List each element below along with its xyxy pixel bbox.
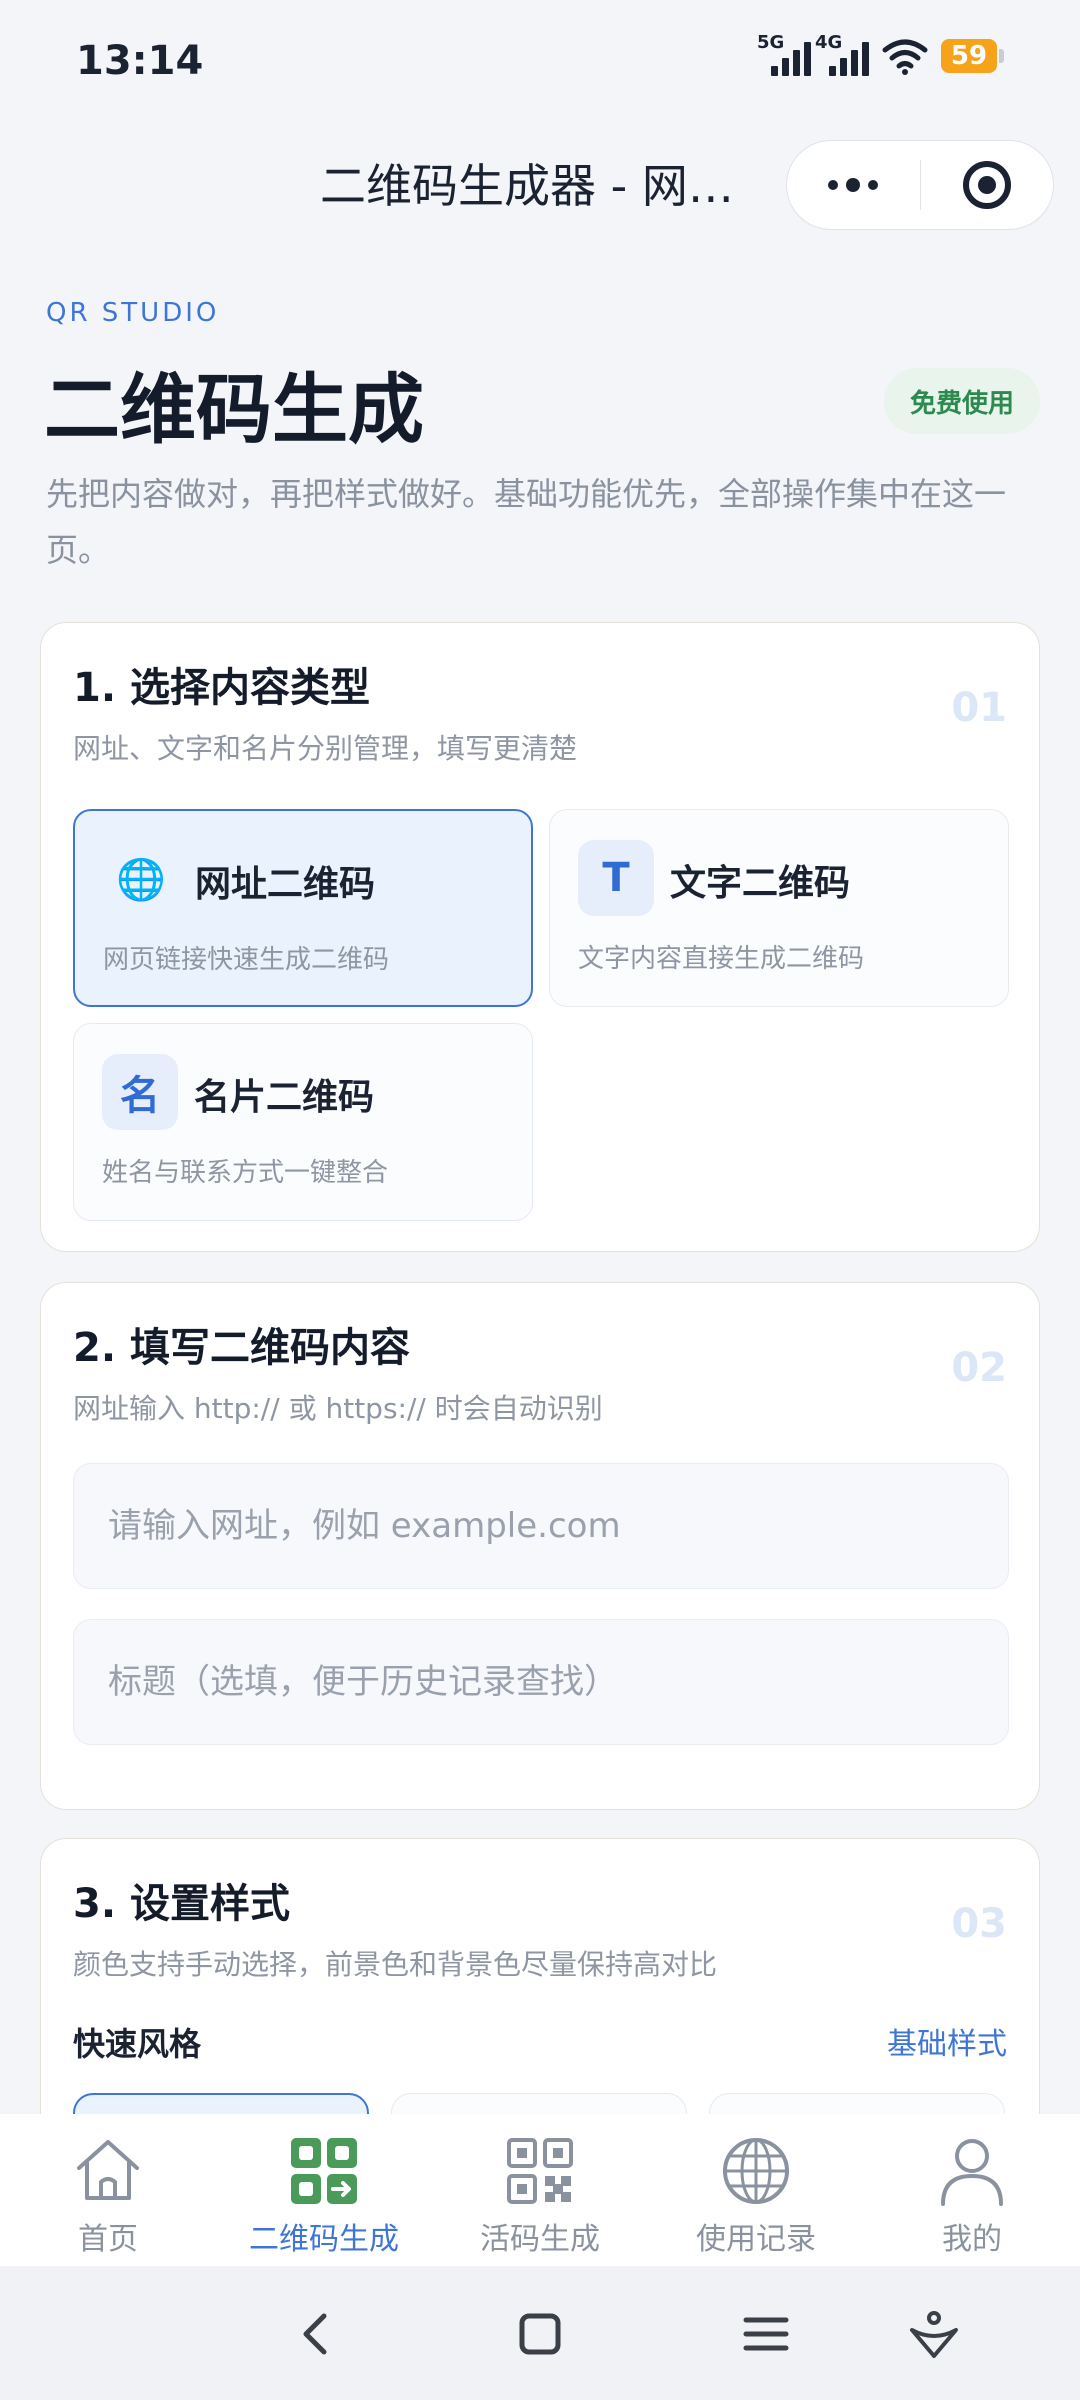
type-desc: 文字内容直接生成二维码 [578, 944, 865, 974]
tab-live-code[interactable]: 活码生成 [432, 2114, 648, 2266]
status-icons: 5G 4G 59 [757, 32, 1004, 76]
type-desc: 网页链接快速生成二维码 [103, 945, 390, 975]
more-button[interactable] [787, 141, 920, 229]
free-badge: 免费使用 [884, 368, 1040, 434]
battery-icon: 59 [941, 39, 1004, 73]
name-card-icon: 名 [102, 1054, 178, 1130]
type-option-name-card[interactable]: 名 名片二维码 姓名与联系方式一键整合 [73, 1023, 533, 1221]
content-type-card: 1. 选择内容类型 网址、文字和名片分别管理，填写更清楚 01 🌐 网址二维码 … [40, 622, 1040, 1252]
step-number: 03 [951, 1901, 1007, 1947]
wifi-icon [882, 39, 928, 75]
signal-4g-icon: 4G [815, 32, 869, 76]
close-capsule-button[interactable] [921, 141, 1054, 229]
card-title: 2. 填写二维码内容 [73, 1325, 410, 1371]
card-subtitle: 网址输入 http:// 或 https:// 时会自动识别 [73, 1392, 603, 1425]
content-input-card: 2. 填写二维码内容 网址输入 http:// 或 https:// 时会自动识… [40, 1282, 1040, 1810]
user-icon [941, 2139, 1003, 2206]
status-bar: 13:14 5G 4G 59 [0, 0, 1080, 125]
qr-generate-icon [291, 2138, 357, 2204]
home-icon [77, 2140, 139, 2200]
type-label: 网址二维码 [195, 864, 376, 905]
type-option-url[interactable]: 🌐 网址二维码 网页链接快速生成二维码 [73, 809, 533, 1007]
card-subtitle: 颜色支持手动选择，前景色和背景色尽量保持高对比 [73, 1948, 718, 1981]
type-option-text[interactable]: T 文字二维码 文字内容直接生成二维码 [549, 809, 1009, 1007]
mini-program-capsule [786, 140, 1054, 230]
nav-title: 二维码生成器 - 网站二维码 [320, 159, 760, 213]
type-desc: 姓名与联系方式一键整合 [102, 1158, 389, 1188]
back-icon[interactable] [288, 2306, 344, 2362]
tab-label: 使用记录 [696, 2222, 816, 2257]
hero-eyebrow: QR STUDIO [46, 298, 220, 328]
tab-label: 首页 [78, 2222, 138, 2257]
battery-level: 59 [941, 39, 997, 73]
step-number: 01 [951, 685, 1007, 731]
basic-style-link[interactable]: 基础样式 [887, 2019, 1007, 2063]
globe-icon: 🌐 [116, 856, 166, 903]
tab-bar: 首页 二维码生成 活码生成 使用记录 我的 [0, 2114, 1080, 2266]
step-number: 02 [951, 1345, 1007, 1391]
signal-5g-icon: 5G [757, 32, 811, 76]
qr-code-icon [507, 2138, 573, 2204]
tab-mine[interactable]: 我的 [864, 2114, 1080, 2266]
target-icon [962, 161, 1011, 209]
url-input[interactable] [74, 1464, 1008, 1588]
assistant-icon[interactable] [906, 2306, 962, 2362]
card-title: 3. 设置样式 [73, 1881, 290, 1927]
url-input-box [73, 1463, 1009, 1589]
page-title: 二维码生成 [44, 365, 424, 454]
tab-history[interactable]: 使用记录 [648, 2114, 864, 2266]
status-time: 13:14 [76, 38, 204, 84]
tab-home[interactable]: 首页 [0, 2114, 216, 2266]
tab-qr-generate[interactable]: 二维码生成 [216, 2114, 432, 2266]
text-icon: T [578, 840, 654, 916]
quick-style-label: 快速风格 [73, 2025, 202, 2063]
home-square-icon[interactable] [512, 2306, 568, 2362]
menu-icon[interactable] [738, 2306, 794, 2362]
system-nav-bar [0, 2266, 1080, 2400]
title-input[interactable] [74, 1620, 1008, 1744]
tab-label: 我的 [942, 2222, 1002, 2257]
type-label: 文字二维码 [670, 863, 851, 904]
tab-label: 活码生成 [480, 2222, 600, 2257]
tab-label: 二维码生成 [249, 2222, 399, 2257]
more-dots-icon [828, 178, 879, 192]
globe-history-icon [723, 2138, 789, 2204]
card-subtitle: 网址、文字和名片分别管理，填写更清楚 [73, 732, 578, 765]
card-title: 1. 选择内容类型 [73, 665, 370, 711]
page-description: 先把内容做对，再把样式做好。基础功能优先，全部操作集中在这一页。 [46, 475, 1007, 569]
type-label: 名片二维码 [194, 1077, 375, 1118]
title-input-box [73, 1619, 1009, 1745]
